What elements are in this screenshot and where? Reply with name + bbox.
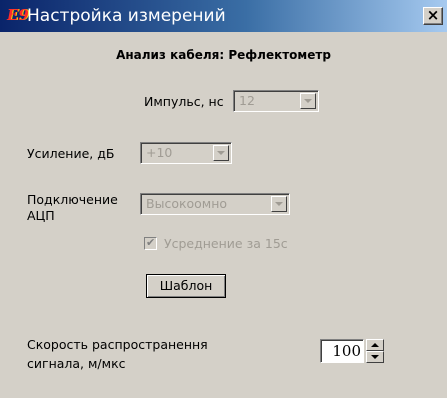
- speed-label-line1: Скорость распространення: [27, 337, 208, 352]
- averaging-checkbox-box[interactable]: ✔: [144, 236, 157, 250]
- dialog-subtitle: Анализ кабеля: Рефлектометр: [116, 48, 331, 62]
- chevron-down-icon[interactable]: [213, 145, 229, 161]
- close-icon: ×: [426, 6, 440, 24]
- template-button[interactable]: Шаблон: [146, 274, 226, 298]
- gain-label: Усиление, дБ: [27, 146, 115, 161]
- title-bar[interactable]: E9 Настройка измерений ×: [0, 0, 447, 32]
- pulse-select[interactable]: 12: [233, 90, 319, 112]
- gain-select[interactable]: +10: [140, 142, 232, 164]
- chevron-down-icon[interactable]: [271, 196, 287, 212]
- adc-select[interactable]: Высокоомно: [140, 193, 290, 215]
- speed-label-line2: сигнала, м/мкс: [27, 356, 126, 371]
- adc-label-line2: АЦП: [27, 208, 55, 223]
- arrow-up-icon[interactable]: [366, 339, 384, 351]
- app-logo-icon: E9: [7, 6, 29, 24]
- gain-value: +10: [146, 145, 173, 160]
- adc-label-line1: Подключение: [27, 192, 118, 207]
- chevron-down-icon[interactable]: [300, 93, 316, 109]
- pulse-label: Импульс, нс: [144, 94, 224, 109]
- close-button[interactable]: ×: [423, 7, 443, 25]
- pulse-value: 12: [239, 93, 255, 108]
- speed-input[interactable]: 100: [320, 339, 364, 363]
- adc-value: Высокоомно: [146, 196, 228, 211]
- check-icon: ✔: [146, 236, 156, 249]
- averaging-label: Усреднение за 15с: [164, 236, 288, 251]
- arrow-down-icon[interactable]: [366, 351, 384, 363]
- window-title: Настройка измерений: [27, 6, 226, 26]
- settings-dialog: E9 Настройка измерений × Анализ кабеля: …: [0, 0, 447, 398]
